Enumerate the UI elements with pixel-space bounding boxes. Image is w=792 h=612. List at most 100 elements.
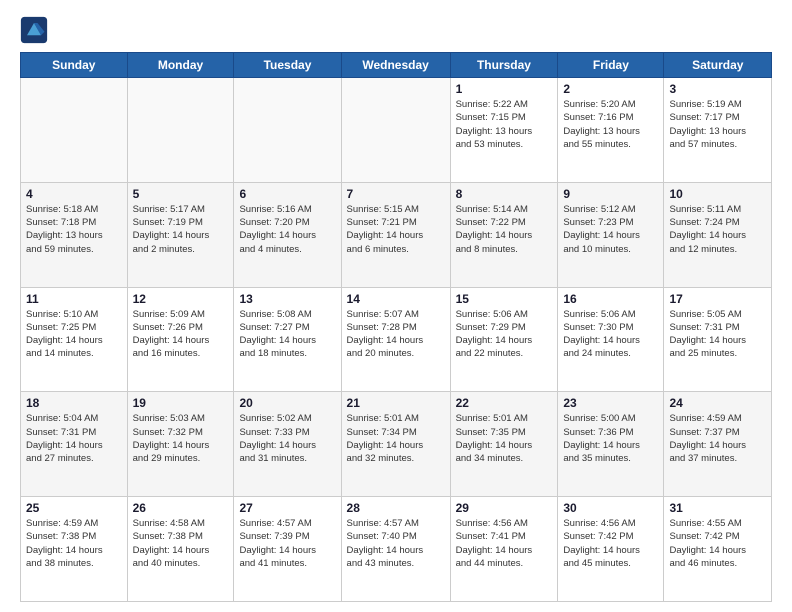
day-number: 23 <box>563 396 658 410</box>
day-info: Sunrise: 5:15 AM Sunset: 7:21 PM Dayligh… <box>347 203 445 256</box>
day-info: Sunrise: 4:56 AM Sunset: 7:41 PM Dayligh… <box>456 517 553 570</box>
weekday-header-wednesday: Wednesday <box>341 53 450 78</box>
day-info: Sunrise: 5:01 AM Sunset: 7:34 PM Dayligh… <box>347 412 445 465</box>
day-info: Sunrise: 5:14 AM Sunset: 7:22 PM Dayligh… <box>456 203 553 256</box>
day-number: 17 <box>669 292 766 306</box>
calendar-table: SundayMondayTuesdayWednesdayThursdayFrid… <box>20 52 772 602</box>
calendar-cell <box>341 78 450 183</box>
day-number: 18 <box>26 396 122 410</box>
logo <box>20 16 52 44</box>
calendar-cell: 19 Sunrise: 5:03 AM Sunset: 7:32 PM Dayli… <box>127 392 234 497</box>
day-number: 4 <box>26 187 122 201</box>
calendar-week-row: 18Sunrise: 5:04 AM Sunset: 7:31 PM Dayli… <box>21 392 772 497</box>
day-info: Sunrise: 5:19 AM Sunset: 7:17 PM Dayligh… <box>669 98 766 151</box>
day-info: Sunrise: 5:08 AM Sunset: 7:27 PM Dayligh… <box>239 308 335 361</box>
day-info: Sunrise: 5:16 AM Sunset: 7:20 PM Dayligh… <box>239 203 335 256</box>
day-info: Sunrise: 5:06 AM Sunset: 7:29 PM Dayligh… <box>456 308 553 361</box>
calendar-cell: 21Sunrise: 5:01 AM Sunset: 7:34 PM Dayli… <box>341 392 450 497</box>
calendar-cell: 4 Sunrise: 5:18 AM Sunset: 7:18 PM Daylig… <box>21 182 128 287</box>
weekday-header-tuesday: Tuesday <box>234 53 341 78</box>
calendar-cell: 26 Sunrise: 4:58 AM Sunset: 7:38 PM Dayli… <box>127 497 234 602</box>
day-info: Sunrise: 4:59 AM Sunset: 7:37 PM Dayligh… <box>669 412 766 465</box>
calendar-cell: 18Sunrise: 5:04 AM Sunset: 7:31 PM Dayli… <box>21 392 128 497</box>
day-info: Sunrise: 5:01 AM Sunset: 7:35 PM Dayligh… <box>456 412 553 465</box>
calendar-week-row: 11 Sunrise: 5:10 AM Sunset: 7:25 PM Dayli… <box>21 287 772 392</box>
day-info: Sunrise: 4:59 AM Sunset: 7:38 PM Dayligh… <box>26 517 122 570</box>
calendar-cell: 22 Sunrise: 5:01 AM Sunset: 7:35 PM Dayli… <box>450 392 558 497</box>
calendar-cell: 31 Sunrise: 4:55 AM Sunset: 7:42 PM Dayli… <box>664 497 772 602</box>
weekday-header-row: SundayMondayTuesdayWednesdayThursdayFrid… <box>21 53 772 78</box>
day-number: 28 <box>347 501 445 515</box>
calendar-cell: 12Sunrise: 5:09 AM Sunset: 7:26 PM Dayli… <box>127 287 234 392</box>
day-info: Sunrise: 5:18 AM Sunset: 7:18 PM Dayligh… <box>26 203 122 256</box>
day-info: Sunrise: 5:09 AM Sunset: 7:26 PM Dayligh… <box>133 308 229 361</box>
day-info: Sunrise: 5:11 AM Sunset: 7:24 PM Dayligh… <box>669 203 766 256</box>
weekday-header-saturday: Saturday <box>664 53 772 78</box>
calendar-week-row: 1 Sunrise: 5:22 AM Sunset: 7:15 PM Daylig… <box>21 78 772 183</box>
day-number: 5 <box>133 187 229 201</box>
calendar-cell: 25Sunrise: 4:59 AM Sunset: 7:38 PM Dayli… <box>21 497 128 602</box>
day-number: 22 <box>456 396 553 410</box>
weekday-header-monday: Monday <box>127 53 234 78</box>
calendar-cell: 13Sunrise: 5:08 AM Sunset: 7:27 PM Dayli… <box>234 287 341 392</box>
calendar-cell: 28Sunrise: 4:57 AM Sunset: 7:40 PM Dayli… <box>341 497 450 602</box>
calendar-cell: 14 Sunrise: 5:07 AM Sunset: 7:28 PM Dayli… <box>341 287 450 392</box>
weekday-header-thursday: Thursday <box>450 53 558 78</box>
calendar-cell: 29 Sunrise: 4:56 AM Sunset: 7:41 PM Dayli… <box>450 497 558 602</box>
day-number: 16 <box>563 292 658 306</box>
calendar-cell: 20Sunrise: 5:02 AM Sunset: 7:33 PM Dayli… <box>234 392 341 497</box>
day-info: Sunrise: 4:58 AM Sunset: 7:38 PM Dayligh… <box>133 517 229 570</box>
calendar-cell: 10 Sunrise: 5:11 AM Sunset: 7:24 PM Dayli… <box>664 182 772 287</box>
calendar-cell: 23 Sunrise: 5:00 AM Sunset: 7:36 PM Dayli… <box>558 392 664 497</box>
day-info: Sunrise: 5:06 AM Sunset: 7:30 PM Dayligh… <box>563 308 658 361</box>
day-info: Sunrise: 4:56 AM Sunset: 7:42 PM Dayligh… <box>563 517 658 570</box>
day-number: 9 <box>563 187 658 201</box>
day-number: 14 <box>347 292 445 306</box>
day-info: Sunrise: 4:55 AM Sunset: 7:42 PM Dayligh… <box>669 517 766 570</box>
day-number: 31 <box>669 501 766 515</box>
calendar-cell: 24 Sunrise: 4:59 AM Sunset: 7:37 PM Dayli… <box>664 392 772 497</box>
calendar-cell <box>127 78 234 183</box>
day-info: Sunrise: 5:10 AM Sunset: 7:25 PM Dayligh… <box>26 308 122 361</box>
calendar-week-row: 4 Sunrise: 5:18 AM Sunset: 7:18 PM Daylig… <box>21 182 772 287</box>
page-header <box>20 16 772 44</box>
calendar-cell: 1 Sunrise: 5:22 AM Sunset: 7:15 PM Daylig… <box>450 78 558 183</box>
calendar-cell <box>234 78 341 183</box>
weekday-header-friday: Friday <box>558 53 664 78</box>
day-number: 3 <box>669 82 766 96</box>
day-info: Sunrise: 5:07 AM Sunset: 7:28 PM Dayligh… <box>347 308 445 361</box>
day-info: Sunrise: 5:20 AM Sunset: 7:16 PM Dayligh… <box>563 98 658 151</box>
calendar-cell: 11 Sunrise: 5:10 AM Sunset: 7:25 PM Dayli… <box>21 287 128 392</box>
day-info: Sunrise: 5:03 AM Sunset: 7:32 PM Dayligh… <box>133 412 229 465</box>
day-number: 11 <box>26 292 122 306</box>
calendar-cell: 30 Sunrise: 4:56 AM Sunset: 7:42 PM Dayli… <box>558 497 664 602</box>
calendar-cell: 9Sunrise: 5:12 AM Sunset: 7:23 PM Daylig… <box>558 182 664 287</box>
calendar-cell: 7 Sunrise: 5:15 AM Sunset: 7:21 PM Daylig… <box>341 182 450 287</box>
day-number: 6 <box>239 187 335 201</box>
day-info: Sunrise: 4:57 AM Sunset: 7:39 PM Dayligh… <box>239 517 335 570</box>
day-number: 2 <box>563 82 658 96</box>
weekday-header-sunday: Sunday <box>21 53 128 78</box>
day-info: Sunrise: 5:17 AM Sunset: 7:19 PM Dayligh… <box>133 203 229 256</box>
day-info: Sunrise: 5:00 AM Sunset: 7:36 PM Dayligh… <box>563 412 658 465</box>
day-number: 27 <box>239 501 335 515</box>
calendar-cell: 5 Sunrise: 5:17 AM Sunset: 7:19 PM Daylig… <box>127 182 234 287</box>
calendar-cell: 3 Sunrise: 5:19 AM Sunset: 7:17 PM Daylig… <box>664 78 772 183</box>
day-info: Sunrise: 5:22 AM Sunset: 7:15 PM Dayligh… <box>456 98 553 151</box>
day-info: Sunrise: 5:05 AM Sunset: 7:31 PM Dayligh… <box>669 308 766 361</box>
day-info: Sunrise: 5:02 AM Sunset: 7:33 PM Dayligh… <box>239 412 335 465</box>
calendar-cell <box>21 78 128 183</box>
day-number: 8 <box>456 187 553 201</box>
calendar-cell: 6 Sunrise: 5:16 AM Sunset: 7:20 PM Daylig… <box>234 182 341 287</box>
day-number: 1 <box>456 82 553 96</box>
calendar-week-row: 25Sunrise: 4:59 AM Sunset: 7:38 PM Dayli… <box>21 497 772 602</box>
day-number: 26 <box>133 501 229 515</box>
calendar-cell: 15Sunrise: 5:06 AM Sunset: 7:29 PM Dayli… <box>450 287 558 392</box>
day-number: 30 <box>563 501 658 515</box>
logo-icon <box>20 16 48 44</box>
day-number: 7 <box>347 187 445 201</box>
day-number: 19 <box>133 396 229 410</box>
day-number: 29 <box>456 501 553 515</box>
day-number: 10 <box>669 187 766 201</box>
day-number: 24 <box>669 396 766 410</box>
